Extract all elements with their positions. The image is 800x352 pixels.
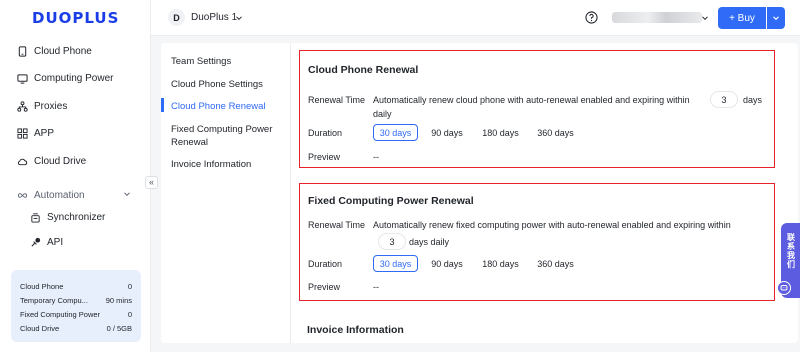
phone-icon	[17, 45, 28, 57]
settings-content: Cloud Phone Renewal Renewal Time Automat…	[292, 43, 798, 343]
preview-label: Preview	[308, 152, 341, 162]
summary-row: Cloud Phone 0	[20, 279, 132, 293]
cloud-phone-renewal-card: Cloud Phone Renewal Renewal Time Automat…	[299, 50, 775, 168]
buy-button[interactable]: + Buy	[718, 7, 766, 29]
renewal-time-label: Renewal Time	[308, 95, 366, 105]
section-title: Cloud Phone Renewal	[308, 64, 419, 76]
summary-value: 0	[127, 281, 132, 291]
chevron-down-icon[interactable]	[235, 14, 243, 22]
sidebar-item-label: Synchronizer	[47, 211, 106, 223]
summary-label: Temporary Compu...	[20, 295, 88, 305]
invoice-information-title: Invoice Information	[307, 324, 404, 336]
section-title: Fixed Computing Power Renewal	[308, 195, 474, 207]
settings-panel: Team Settings Cloud Phone Settings Cloud…	[161, 43, 798, 343]
daily-text: daily	[373, 109, 392, 119]
duoplus-logo[interactable]: DUOPLUS	[32, 9, 119, 27]
sidebar-item-synchronizer[interactable]: Synchronizer	[30, 208, 105, 226]
infinity-icon	[17, 190, 28, 201]
duration-option-360-days[interactable]: 360 days	[533, 255, 578, 272]
summary-value: 0	[127, 309, 132, 319]
sidebar-item-cloud-drive[interactable]: Cloud Drive	[17, 152, 86, 170]
renewal-days-input[interactable]: 3	[710, 91, 738, 108]
submenu-item-fixed-computing-power-renewal[interactable]: Fixed Computing Power Renewal	[171, 123, 286, 149]
summary-value: 0 / 5GB	[106, 323, 132, 333]
sidebar-item-label: Cloud Phone	[34, 45, 92, 57]
preview-value: --	[373, 282, 379, 292]
summary-label: Fixed Computing Power	[20, 309, 101, 319]
sidebar-item-proxies[interactable]: Proxies	[17, 97, 67, 115]
duration-option-180-days[interactable]: 180 days	[478, 255, 523, 272]
preview-value: --	[373, 152, 379, 162]
buy-dropdown-button[interactable]	[767, 7, 785, 29]
chat-bubble-icon[interactable]	[777, 281, 791, 295]
preview-label: Preview	[308, 282, 341, 292]
sidebar-item-label: APP	[34, 127, 55, 139]
sidebar-group-label: Automation	[34, 189, 85, 201]
cloud-icon	[17, 156, 28, 167]
grid-icon	[17, 127, 28, 139]
renewal-time-label: Renewal Time	[308, 220, 366, 230]
fixed-computing-power-renewal-card: Fixed Computing Power Renewal Renewal Ti…	[299, 183, 775, 301]
sidebar-item-api[interactable]: API	[30, 233, 63, 251]
active-indicator	[161, 98, 164, 112]
duration-option-90-days[interactable]: 90 days	[427, 255, 467, 272]
submenu-item-cloud-phone-settings[interactable]: Cloud Phone Settings	[171, 78, 286, 91]
duration-option-30-days[interactable]: 30 days	[373, 255, 418, 272]
renewal-days-input[interactable]: 3	[378, 233, 406, 250]
duration-option-180-days[interactable]: 180 days	[478, 124, 523, 141]
submenu-item-team-settings[interactable]: Team Settings	[171, 55, 286, 68]
renewal-description: Automatically renew fixed computing powe…	[373, 220, 731, 230]
monitor-icon	[17, 73, 28, 84]
contact-us-label: 联系我们	[786, 233, 796, 269]
duration-option-360-days[interactable]: 360 days	[533, 124, 578, 141]
submenu-item-cloud-phone-renewal[interactable]: Cloud Phone Renewal	[171, 100, 286, 113]
help-icon[interactable]	[585, 11, 598, 24]
days-suffix: days daily	[409, 237, 450, 247]
chevron-down-icon	[773, 16, 779, 21]
summary-row: Temporary Compu... 90 mins	[20, 293, 132, 307]
account-name-blurred[interactable]	[612, 12, 702, 23]
sidebar-item-label: Cloud Drive	[34, 155, 87, 167]
sidebar-item-cloud-phone[interactable]: Cloud Phone	[17, 42, 92, 60]
synchronizer-icon	[30, 212, 41, 223]
api-icon	[30, 237, 41, 248]
sidebar-item-label: API	[47, 236, 64, 248]
collapse-sidebar-button[interactable]: «	[145, 176, 158, 189]
sidebar-item-label: Proxies	[34, 100, 68, 112]
duration-label: Duration	[308, 259, 343, 269]
summary-row: Fixed Computing Power 0	[20, 307, 132, 321]
top-bar: D DuoPlus 1 + Buy	[151, 0, 800, 36]
duration-label: Duration	[308, 128, 343, 138]
settings-submenu: Team Settings Cloud Phone Settings Cloud…	[161, 43, 291, 343]
duration-option-90-days[interactable]: 90 days	[427, 124, 467, 141]
summary-row: Cloud Drive 0 / 5GB	[20, 321, 132, 335]
chevron-down-icon[interactable]	[701, 14, 709, 22]
days-suffix: days	[743, 95, 763, 105]
summary-label: Cloud Drive	[20, 323, 60, 333]
summary-value: 90 mins	[105, 295, 132, 305]
renewal-description: Automatically renew cloud phone with aut…	[373, 95, 690, 105]
usage-summary-card: Cloud Phone 0 Temporary Compu... 90 mins…	[11, 270, 141, 342]
submenu-item-invoice-information[interactable]: Invoice Information	[171, 158, 286, 171]
duration-option-30-days[interactable]: 30 days	[373, 124, 418, 141]
summary-label: Cloud Phone	[20, 281, 64, 291]
chevron-down-icon[interactable]	[123, 190, 131, 198]
workspace-name[interactable]: DuoPlus 1	[191, 12, 237, 23]
network-icon	[17, 100, 28, 112]
sidebar-group-automation[interactable]: Automation	[17, 186, 85, 204]
sidebar-item-computing-power[interactable]: Computing Power	[17, 69, 113, 87]
workspace-avatar[interactable]: D	[168, 9, 185, 26]
sidebar-item-app[interactable]: APP	[17, 124, 54, 142]
sidebar-item-label: Computing Power	[34, 72, 114, 84]
sidebar: DUOPLUS Cloud Phone Computing Power Prox…	[0, 0, 151, 352]
